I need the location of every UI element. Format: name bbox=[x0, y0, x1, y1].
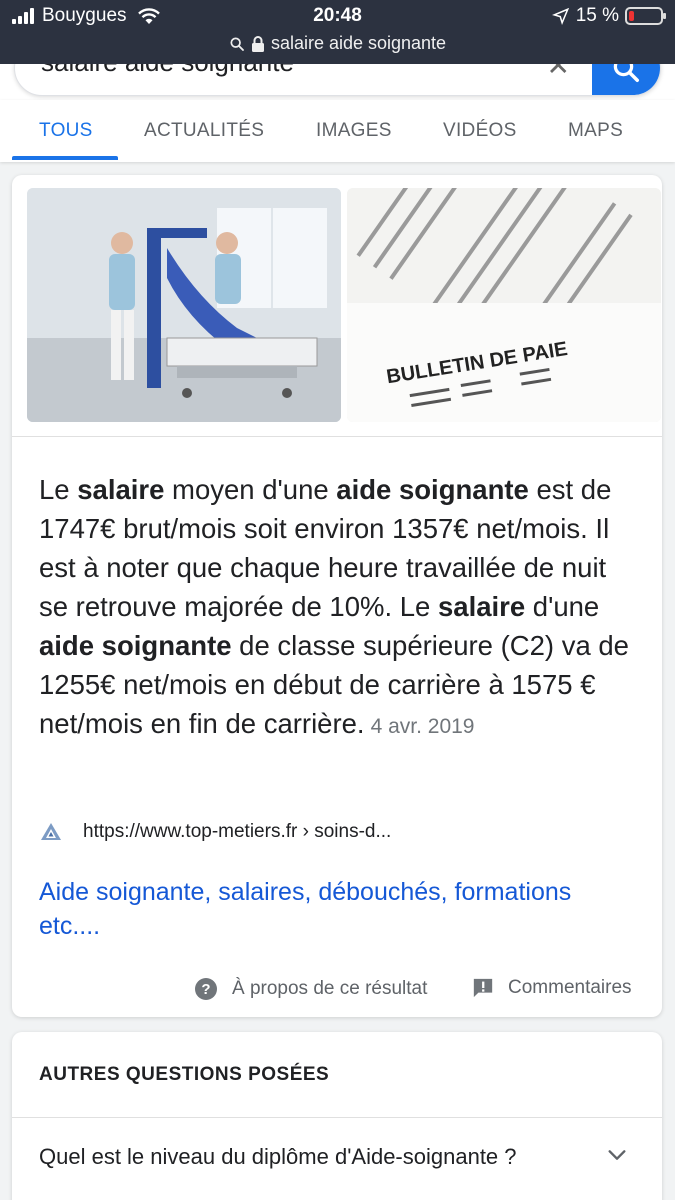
url-bar[interactable]: salaire aide soignante bbox=[0, 33, 675, 54]
snippet-image-nurses[interactable] bbox=[27, 188, 341, 422]
feedback-label: Commentaires bbox=[508, 977, 632, 998]
snippet-image-payslip[interactable]: BULLETIN DE PAIE bbox=[347, 188, 661, 422]
snippet-body: Le salaire moyen d'une aide soignante es… bbox=[39, 474, 629, 739]
battery-percent: 15 % bbox=[575, 5, 619, 26]
tab-actualites[interactable]: ACTUALITÉS bbox=[144, 120, 264, 142]
snippet-keyword: salaire bbox=[437, 591, 526, 622]
battery-icon bbox=[625, 7, 666, 25]
tab-images[interactable]: IMAGES bbox=[316, 120, 392, 142]
question-item[interactable]: Quel est le niveau du diplôme d'Aide-soi… bbox=[39, 1144, 517, 1170]
tab-tous[interactable]: TOUS bbox=[39, 120, 93, 142]
active-tab-indicator bbox=[12, 156, 118, 160]
snippet-fragment: moyen d'une bbox=[164, 474, 337, 505]
help-icon: ? bbox=[195, 978, 217, 1000]
snippet-date: 4 avr. 2019 bbox=[370, 715, 475, 738]
snippet-keyword: salaire bbox=[77, 474, 165, 505]
chevron-down-icon[interactable] bbox=[606, 1144, 628, 1166]
feedback-icon bbox=[473, 978, 493, 998]
url-text: salaire aide soignante bbox=[270, 33, 447, 53]
search-tabs: TOUS ACTUALITÉS IMAGES VIDÉOS MAPS bbox=[0, 100, 675, 162]
snippet-fragment: Le bbox=[39, 474, 78, 505]
about-result-button[interactable]: ? À propos de ce résultat bbox=[194, 977, 427, 1001]
svg-text:?: ? bbox=[201, 981, 210, 998]
tab-videos[interactable]: VIDÉOS bbox=[443, 120, 517, 142]
source-row[interactable]: https://www.top-metiers.fr › soins-d... bbox=[39, 820, 391, 844]
about-result-label: À propos de ce résultat bbox=[232, 978, 428, 999]
people-also-ask-title: AUTRES QUESTIONS POSÉES bbox=[39, 1064, 330, 1085]
status-right: 15 % bbox=[551, 5, 666, 27]
feedback-button[interactable]: Commentaires bbox=[472, 977, 632, 999]
result-title-link[interactable]: Aide soignante, salaires, débouchés, for… bbox=[39, 875, 639, 943]
featured-snippet-card: BULLETIN DE PAIE Le salaire moyen d'une … bbox=[12, 175, 662, 1017]
lock-icon bbox=[251, 35, 264, 52]
source-url: https://www.top-metiers.fr › soins-d... bbox=[83, 821, 392, 842]
site-favicon-icon bbox=[41, 823, 61, 840]
location-arrow-icon bbox=[551, 7, 569, 25]
people-also-ask-card: AUTRES QUESTIONS POSÉES Quel est le nive… bbox=[12, 1032, 662, 1200]
snippet-keyword: aide soignante bbox=[39, 630, 232, 661]
search-icon bbox=[230, 36, 244, 51]
battery-level bbox=[629, 11, 634, 21]
snippet-footer: ? À propos de ce résultat Commentaires bbox=[12, 975, 662, 1005]
payslip-illustration: BULLETIN DE PAIE bbox=[347, 188, 661, 422]
nurses-illustration bbox=[27, 188, 341, 422]
divider bbox=[12, 436, 662, 437]
divider bbox=[12, 1117, 662, 1118]
snippet-text: Le salaire moyen d'une aide soignante es… bbox=[39, 470, 639, 746]
status-bar: Bouygues 20:48 15 % salaire aide soignan… bbox=[0, 0, 675, 64]
snippet-fragment: d'une bbox=[525, 591, 600, 622]
snippet-keyword: aide soignante bbox=[336, 474, 529, 505]
tab-maps[interactable]: MAPS bbox=[568, 120, 623, 142]
